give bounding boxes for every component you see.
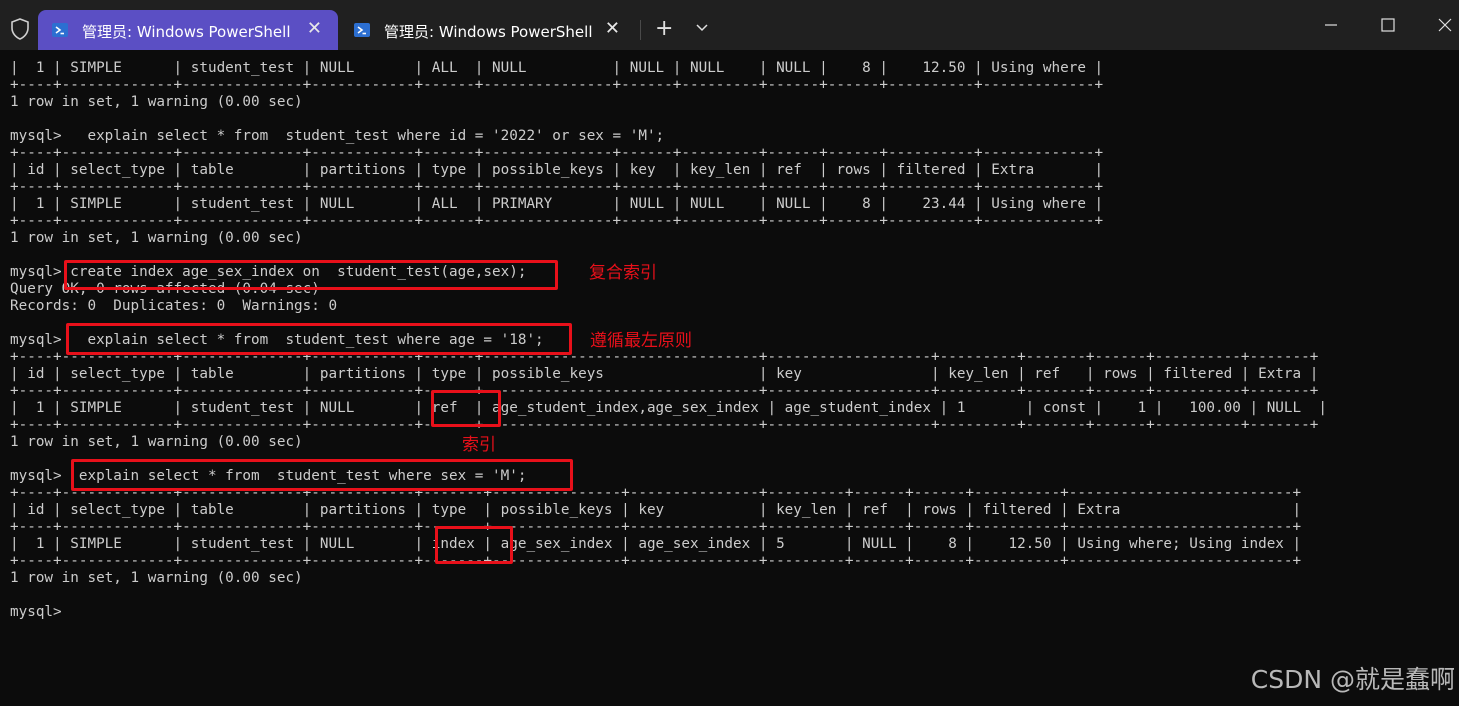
- tab-title: 管理员: Windows PowerShell: [82, 23, 291, 41]
- tab-divider: [640, 20, 641, 40]
- highlight-type-ref: [431, 390, 501, 427]
- title-bar: 管理员: Windows PowerShell ✕ 管理员: Windows P…: [0, 0, 1459, 50]
- terminal-line: +----+-------------+--------------+-----…: [10, 417, 1319, 433]
- shield-icon: [11, 18, 29, 40]
- tab-title: 管理员: Windows PowerShell: [384, 23, 593, 41]
- highlight-type-index: [435, 526, 513, 564]
- annotation-leftmost-prefix: 遵循最左原则: [590, 331, 692, 351]
- annotation-index: 索引: [462, 435, 496, 455]
- terminal-line: 1 row in set, 1 warning (0.00 sec): [10, 230, 303, 246]
- terminal-line: +----+-------------+--------------+-----…: [10, 145, 1104, 161]
- terminal-line: +----+-------------+--------------+-----…: [10, 553, 1302, 569]
- terminal-line: +----+-------------+--------------+-----…: [10, 383, 1319, 399]
- annotation-composite-index: 复合索引: [589, 263, 657, 283]
- terminal-line: | id | select_type | table | partitions …: [10, 502, 1302, 518]
- watermark: CSDN @就是蠢啊: [1250, 665, 1455, 694]
- powershell-icon: [354, 23, 370, 37]
- tab-powershell-1[interactable]: 管理员: Windows PowerShell ✕: [38, 10, 338, 50]
- terminal-line: | 1 | SIMPLE | student_test | NULL | ALL…: [10, 196, 1104, 212]
- terminal-line: | 1 | SIMPLE | student_test | NULL | ind…: [10, 536, 1302, 552]
- terminal-output[interactable]: | 1 | SIMPLE | student_test | NULL | ALL…: [10, 60, 1459, 706]
- close-icon[interactable]: [1430, 12, 1459, 38]
- tab-close-icon[interactable]: ✕: [307, 18, 322, 39]
- terminal-line: 1 row in set, 1 warning (0.00 sec): [10, 94, 303, 110]
- terminal-line: 1 row in set, 1 warning (0.00 sec): [10, 570, 303, 586]
- highlight-create-index: [64, 260, 558, 290]
- highlight-explain-sex: [71, 459, 573, 491]
- terminal-line: mysql> explain select * from student_tes…: [10, 128, 665, 144]
- terminal-line: +----+-------------+--------------+-----…: [10, 213, 1104, 229]
- terminal-line: 1 row in set, 1 warning (0.00 sec): [10, 434, 303, 450]
- tab-close-icon[interactable]: ✕: [605, 18, 620, 39]
- terminal-line: | 1 | SIMPLE | student_test | NULL | ref…: [10, 400, 1327, 416]
- terminal-line: mysql>: [10, 604, 62, 620]
- terminal-line: +----+-------------+--------------+-----…: [10, 179, 1104, 195]
- maximize-icon[interactable]: [1373, 12, 1403, 38]
- terminal-line: Records: 0 Duplicates: 0 Warnings: 0: [10, 298, 338, 314]
- terminal-line: +----+-------------+--------------+-----…: [10, 519, 1302, 535]
- terminal-line: | id | select_type | table | partitions …: [10, 162, 1104, 178]
- powershell-icon: [52, 23, 68, 37]
- tab-powershell-2[interactable]: 管理员: Windows PowerShell ✕: [340, 10, 636, 50]
- minimize-icon[interactable]: [1316, 12, 1346, 38]
- terminal-line: +----+-------------+--------------+-----…: [10, 77, 1104, 93]
- terminal-line: | id | select_type | table | partitions …: [10, 366, 1319, 382]
- chevron-down-icon[interactable]: [694, 20, 710, 34]
- new-tab-button[interactable]: +: [655, 18, 673, 40]
- highlight-explain-age: [66, 323, 572, 355]
- terminal-line: | 1 | SIMPLE | student_test | NULL | ALL…: [10, 60, 1104, 76]
